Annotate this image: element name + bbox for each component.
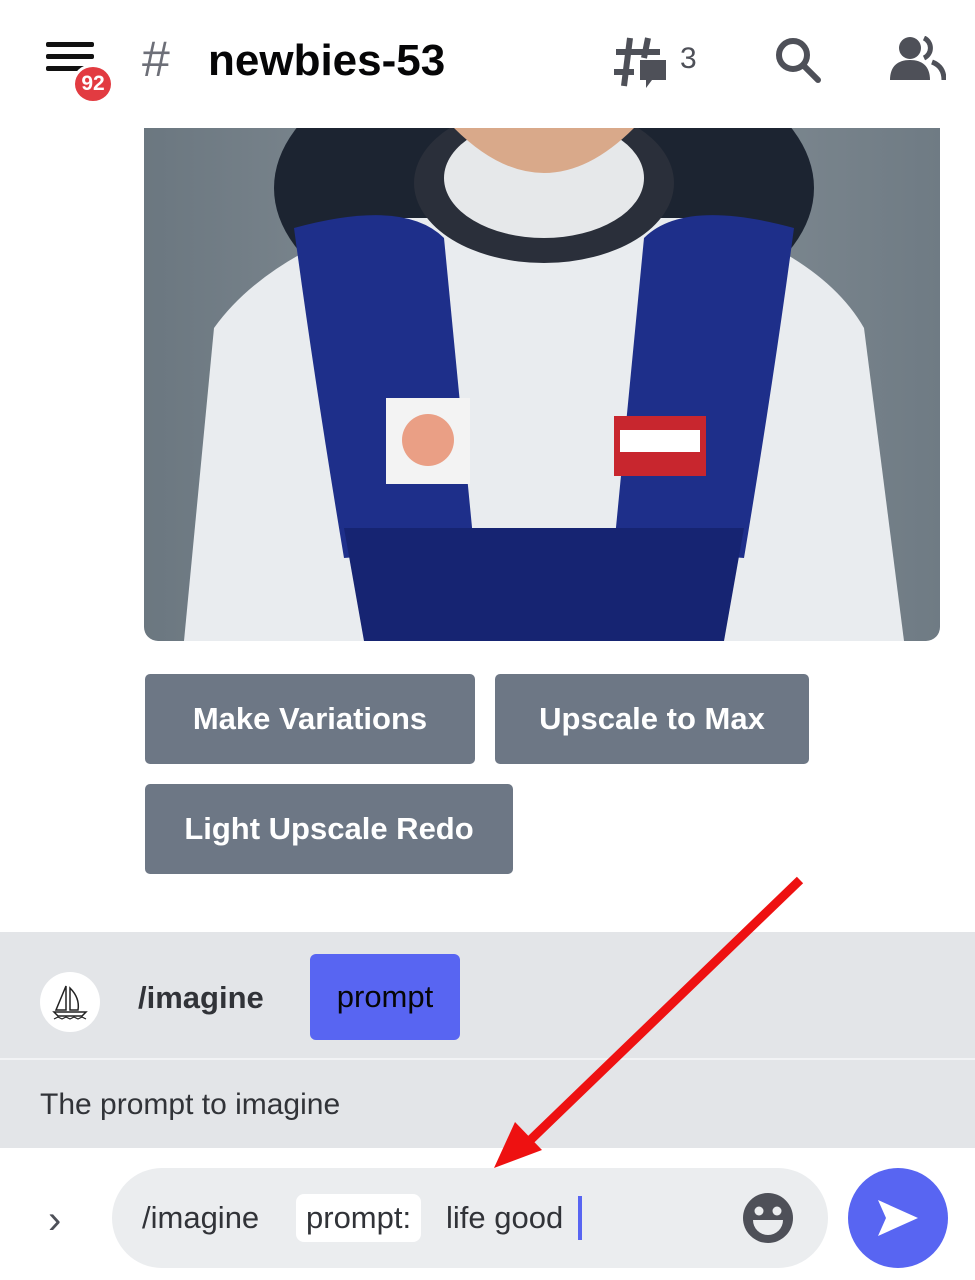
expand-chevron-icon[interactable]: › xyxy=(48,1198,61,1243)
channel-header: 92 # newbies-53 3 xyxy=(0,0,975,128)
send-icon xyxy=(878,1200,918,1236)
command-suggestion-panel: /imagine prompt The prompt to imagine xyxy=(0,932,975,1148)
notification-badge: 92 xyxy=(72,64,114,104)
threads-icon[interactable] xyxy=(612,34,672,90)
bot-avatar xyxy=(40,972,100,1032)
generated-image[interactable] xyxy=(144,128,940,641)
emoji-icon[interactable] xyxy=(742,1192,794,1244)
channel-hash-icon: # xyxy=(142,31,170,87)
command-name: /imagine xyxy=(138,980,264,1015)
option-description: The prompt to imagine xyxy=(40,1088,341,1121)
send-button[interactable] xyxy=(848,1168,948,1268)
input-option-chip[interactable]: prompt: xyxy=(296,1194,422,1242)
light-upscale-redo-button[interactable]: Light Upscale Redo xyxy=(145,784,513,874)
input-command: /imagine xyxy=(142,1200,260,1235)
command-option-row[interactable]: /imagine prompt xyxy=(0,932,975,1060)
upscale-to-max-button[interactable]: Upscale to Max xyxy=(495,674,809,764)
search-icon[interactable] xyxy=(774,36,822,84)
channel-title: newbies-53 xyxy=(208,36,446,85)
option-chip-prompt[interactable]: prompt xyxy=(310,954,460,1040)
text-caret xyxy=(578,1196,582,1240)
make-variations-button[interactable]: Make Variations xyxy=(145,674,475,764)
input-value[interactable]: life good xyxy=(446,1200,563,1236)
message-input[interactable]: /imagine prompt: life good xyxy=(112,1168,828,1268)
members-icon[interactable] xyxy=(890,36,946,82)
thread-count: 3 xyxy=(680,42,697,75)
sailboat-icon xyxy=(52,985,88,1020)
